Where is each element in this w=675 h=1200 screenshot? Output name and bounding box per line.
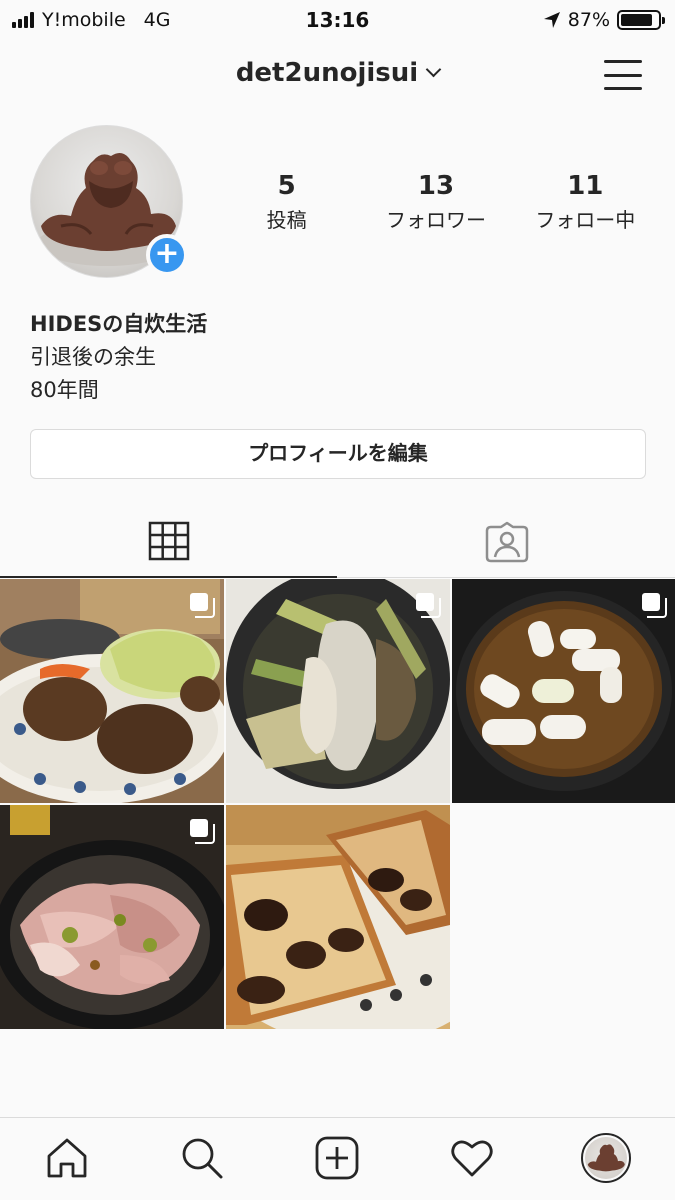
multiple-photos-icon: [190, 819, 215, 844]
heart-icon: [451, 1140, 493, 1177]
clock: 13:16: [305, 8, 370, 32]
post-thumbnail[interactable]: [0, 579, 224, 803]
status-left: Y!mobile 4G: [12, 9, 170, 31]
nav-search[interactable]: [178, 1134, 226, 1182]
new-post-icon: [315, 1136, 359, 1180]
stat-label: フォロー中: [535, 208, 636, 232]
edit-profile-button[interactable]: プロフィールを編集: [30, 429, 646, 479]
profile-bio: HIDESの自炊生活 引退後の余生 80年間: [30, 308, 207, 407]
chevron-down-icon: [425, 61, 442, 78]
profile-header: det2unojisui: [0, 40, 675, 112]
stat-posts[interactable]: 5 投稿: [212, 170, 361, 233]
tab-tagged[interactable]: [338, 506, 675, 578]
battery-percent: 87%: [567, 9, 610, 31]
stat-label: フォロワー: [385, 208, 486, 232]
tab-grid[interactable]: [0, 506, 337, 578]
post-thumbnail[interactable]: [0, 805, 224, 1029]
stat-number: 11: [567, 171, 604, 201]
home-icon: [47, 1138, 87, 1178]
post-thumbnail[interactable]: [226, 805, 450, 1029]
stat-label: 投稿: [266, 208, 307, 232]
post-thumbnail[interactable]: [226, 579, 450, 803]
grid-icon: [148, 521, 189, 561]
nav-profile[interactable]: [581, 1133, 631, 1183]
carrier-label: Y!mobile: [42, 9, 126, 31]
network-label: 4G: [143, 9, 171, 31]
toast-photo: [226, 805, 450, 1029]
bio-line-2: 80年間: [30, 378, 99, 402]
search-icon: [182, 1138, 223, 1179]
plus-icon: +: [154, 236, 180, 271]
status-right: 87%: [543, 9, 665, 31]
stat-followers[interactable]: 13 フォロワー: [361, 170, 510, 233]
stat-number: 5: [277, 171, 296, 201]
location-arrow-icon: [543, 12, 560, 28]
tagged-person-icon: [485, 521, 528, 563]
nav-activity[interactable]: [448, 1134, 496, 1182]
profile-tabs: [0, 506, 675, 578]
stat-number: 13: [417, 171, 455, 201]
hamburger-menu-icon[interactable]: [604, 60, 642, 90]
bio-line-1: 引退後の余生: [30, 345, 156, 369]
display-name: HIDESの自炊生活: [30, 312, 208, 336]
nav-home[interactable]: [43, 1134, 91, 1182]
multiple-photos-icon: [416, 593, 441, 618]
signal-icon: [12, 12, 34, 28]
post-thumbnail[interactable]: [452, 579, 675, 803]
multiple-photos-icon: [642, 593, 667, 618]
multiple-photos-icon: [190, 593, 215, 618]
stat-following[interactable]: 11 フォロー中: [511, 170, 660, 233]
bottom-nav: [0, 1117, 675, 1200]
add-story-button[interactable]: +: [146, 234, 188, 276]
profile-stats: 5 投稿 13 フォロワー 11 フォロー中: [212, 170, 660, 233]
status-bar: Y!mobile 4G 13:16 87%: [0, 0, 675, 40]
profile-avatar-icon: [581, 1133, 631, 1183]
username: det2unojisui: [235, 58, 419, 88]
nav-new-post[interactable]: [313, 1134, 361, 1182]
account-switcher[interactable]: det2unojisui: [0, 58, 675, 88]
battery-icon: [617, 10, 665, 30]
